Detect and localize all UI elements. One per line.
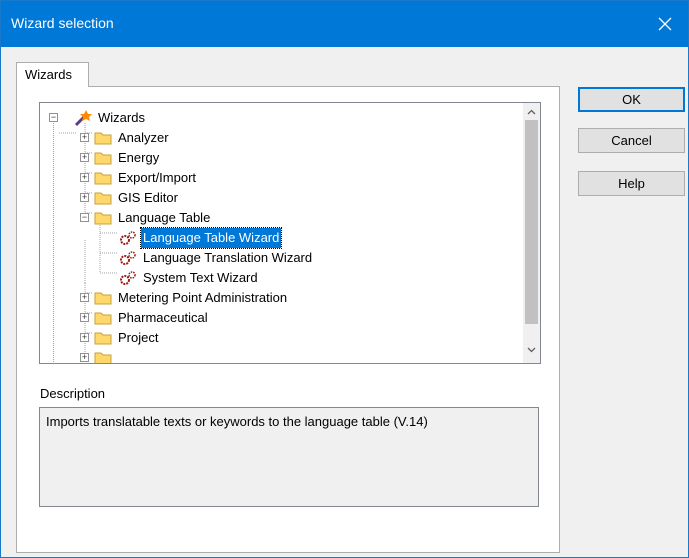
wizard-tree[interactable]: − Wizards + Analyzer + Energy + Export/I… [39,102,541,364]
description-box: Imports translatable texts or keywords t… [39,407,539,507]
scroll-up-button[interactable] [523,103,540,120]
expand-icon[interactable]: + [80,193,89,202]
tree-item-label: Analyzer [118,130,169,145]
expand-icon[interactable]: + [80,173,89,182]
folder-icon [94,132,112,145]
ok-button[interactable]: OK [578,87,685,112]
tree-item-label: GIS Editor [118,190,178,205]
tree-item-label: Language Translation Wizard [143,250,313,265]
wizard-selection-dialog: Wizard selection Wizards − Wizards + Ana… [0,0,689,558]
scroll-thumb[interactable] [525,120,538,324]
folder-icon [94,192,112,205]
folder-open-icon [94,212,112,225]
tab-wizards[interactable]: Wizards [16,62,89,87]
tree-vertical-scrollbar[interactable] [523,103,540,363]
folder-icon [94,312,112,325]
collapse-icon[interactable]: − [80,213,89,222]
wizard-gear-icon [120,231,136,245]
window-title: Wizard selection [11,15,114,31]
wizard-gear-icon [120,251,136,265]
scroll-down-button[interactable] [523,341,540,358]
expand-icon[interactable]: + [80,353,89,362]
tree-item-label: Metering Point Administration [118,290,288,305]
tree-item-label: Export/Import [118,170,197,185]
description-text: Imports translatable texts or keywords t… [46,414,428,429]
chevron-down-icon [527,347,536,352]
help-button[interactable]: Help [578,171,685,196]
tree-item-label: System Text Wizard [143,270,258,285]
tree-root-label: Wizards [98,110,145,125]
expand-icon[interactable]: + [80,133,89,142]
description-label: Description [40,386,106,401]
tree-item-label: Pharmaceutical [118,310,208,325]
wizard-gear-icon [120,271,136,285]
folder-icon [94,332,112,345]
expand-icon[interactable]: + [80,153,89,162]
tab-wizards-label: Wizards [25,67,72,82]
tree-item-label: Language Table [118,210,211,225]
folder-icon [94,292,112,305]
tree-item-label: Project [118,330,159,345]
wizard-wand-icon [74,110,92,127]
tree-connector-lines [53,123,118,363]
tree-item-label: Energy [118,150,160,165]
collapse-icon[interactable]: − [49,113,58,122]
title-bar: Wizard selection [1,1,688,47]
folder-icon [94,352,112,363]
expand-icon[interactable]: + [80,293,89,302]
folder-icon [94,152,112,165]
expand-icon[interactable]: + [80,313,89,322]
cancel-button[interactable]: Cancel [578,128,685,153]
close-icon [658,17,672,31]
tree-item-label-selected: Language Table Wizard [139,227,283,249]
folder-icon [94,172,112,185]
close-button[interactable] [642,1,688,47]
expand-icon[interactable]: + [80,333,89,342]
chevron-up-icon [527,109,536,114]
